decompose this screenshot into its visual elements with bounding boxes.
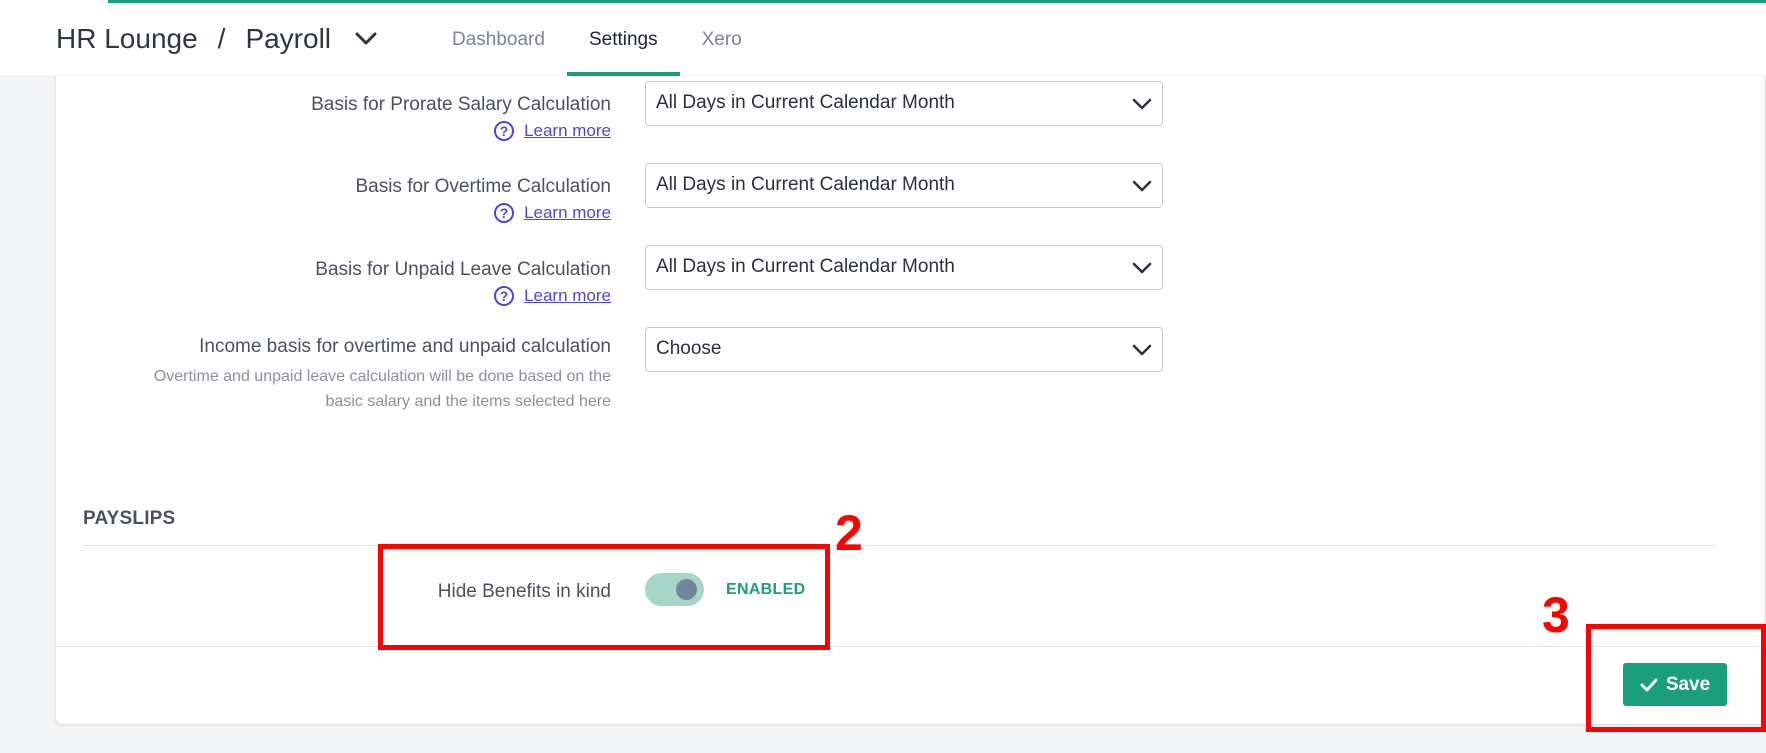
- unpaid-leave-basis-select[interactable]: All Days in Current Calendar Month: [645, 245, 1163, 290]
- settings-card: Basis for Prorate Salary Calculation ? L…: [56, 76, 1764, 724]
- learn-more-link[interactable]: Learn more: [524, 286, 611, 306]
- top-bar: HR Lounge / Payroll Dashboard Settings X…: [0, 3, 1766, 77]
- section-divider: [83, 545, 1716, 546]
- tab-settings[interactable]: Settings: [566, 3, 680, 76]
- overtime-basis-select[interactable]: All Days in Current Calendar Month: [645, 163, 1163, 208]
- annotation-box-3: [1586, 624, 1766, 732]
- chevron-down-icon: [1130, 92, 1154, 121]
- payslips-section-title: PAYSLIPS: [83, 508, 176, 529]
- learn-more-link[interactable]: Learn more: [524, 203, 611, 223]
- income-basis-label: Income basis for overtime and unpaid cal…: [199, 336, 611, 357]
- learn-more-link[interactable]: Learn more: [524, 121, 611, 141]
- breadcrumb-separator: /: [217, 23, 226, 54]
- unpaid-leave-learn-more[interactable]: ? Learn more: [494, 286, 611, 306]
- overtime-basis-label: Basis for Overtime Calculation: [355, 176, 611, 197]
- prorate-basis-label: Basis for Prorate Salary Calculation: [311, 94, 611, 115]
- chevron-down-icon: [1130, 256, 1154, 285]
- annotation-box-2: [378, 544, 830, 650]
- tab-dashboard[interactable]: Dashboard: [430, 3, 567, 76]
- question-circle-icon: ?: [494, 121, 515, 141]
- unpaid-leave-basis-label: Basis for Unpaid Leave Calculation: [315, 259, 611, 280]
- question-circle-icon: ?: [494, 203, 515, 223]
- org-name[interactable]: HR Lounge: [56, 23, 198, 55]
- income-basis-hint-line2: basic salary and the items selected here: [325, 393, 611, 410]
- income-basis-hint: Overtime and unpaid leave calculation wi…: [91, 364, 611, 414]
- prorate-learn-more[interactable]: ? Learn more: [494, 121, 611, 141]
- income-basis-value: Choose: [656, 338, 722, 359]
- tab-bar: Dashboard Settings Xero: [430, 3, 764, 76]
- footer-divider: [56, 646, 1764, 647]
- module-name[interactable]: Payroll: [245, 23, 331, 55]
- income-basis-select[interactable]: Choose: [645, 327, 1163, 372]
- module-switcher-chevron-down-icon[interactable]: [355, 32, 377, 46]
- annotation-number-3: 3: [1542, 587, 1570, 643]
- chevron-down-icon: [1130, 174, 1154, 203]
- breadcrumb: HR Lounge / Payroll: [56, 23, 377, 55]
- unpaid-leave-basis-value: All Days in Current Calendar Month: [656, 256, 955, 277]
- question-circle-icon: ?: [494, 286, 515, 306]
- chevron-down-icon: [1130, 338, 1154, 367]
- annotation-number-2: 2: [835, 505, 863, 561]
- prorate-basis-select[interactable]: All Days in Current Calendar Month: [645, 81, 1163, 126]
- income-basis-hint-line1: Overtime and unpaid leave calculation wi…: [153, 368, 611, 385]
- tab-xero[interactable]: Xero: [680, 3, 764, 76]
- overtime-learn-more[interactable]: ? Learn more: [494, 203, 611, 223]
- overtime-basis-value: All Days in Current Calendar Month: [656, 174, 955, 195]
- prorate-basis-value: All Days in Current Calendar Month: [656, 92, 955, 113]
